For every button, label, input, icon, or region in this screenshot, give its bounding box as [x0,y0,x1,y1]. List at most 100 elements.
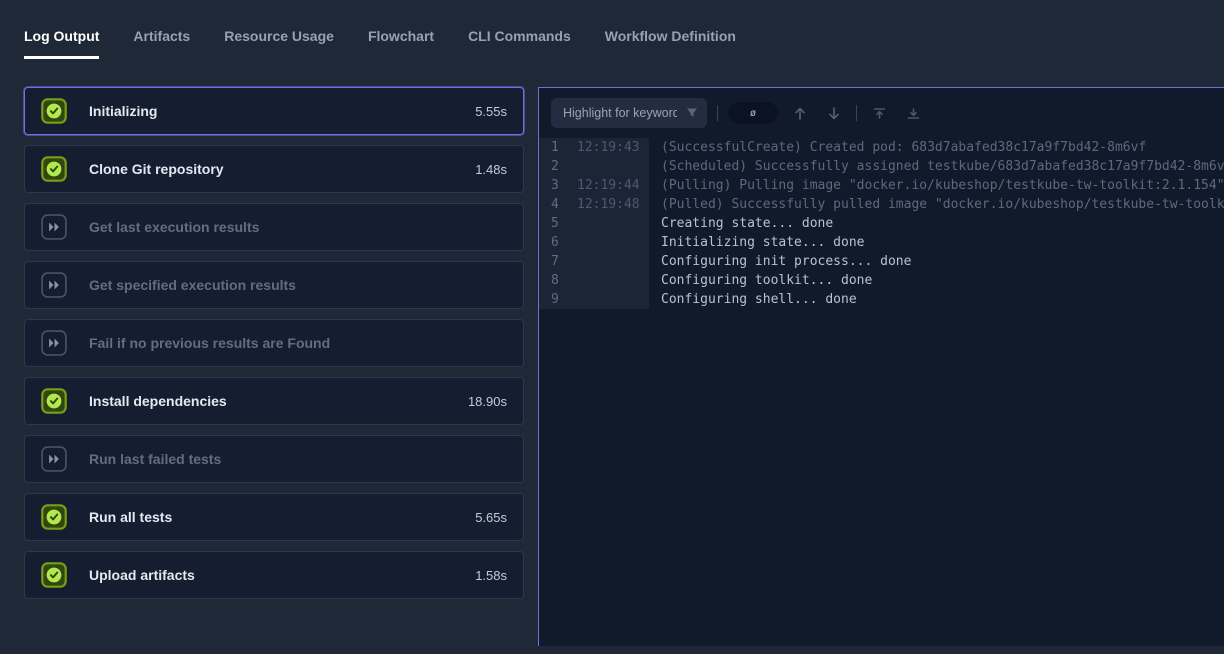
step-row[interactable]: Run last failed tests [24,435,524,483]
step-label: Clone Git repository [89,161,475,177]
check-icon [41,98,67,124]
line-number: 7 [539,252,567,271]
log-line: 5 Creating state... done [539,214,1224,233]
line-timestamp [567,252,649,271]
step-label: Get specified execution results [89,277,507,293]
previous-match-button[interactable] [788,101,812,125]
tab-label: Log Output [24,28,99,44]
highlight-keywords-input[interactable] [551,98,707,128]
step-row[interactable]: Run all tests 5.65s [24,493,524,541]
scroll-to-top-button[interactable] [867,101,891,125]
line-text: Configuring shell... done [649,290,1224,309]
log-output: 112:19:43 (SuccessfulCreate) Created pod… [539,136,1224,646]
skip-forward-icon [41,272,67,298]
step-duration: 1.58s [475,568,507,583]
log-gutter: 112:19:43 [539,138,649,157]
log-toolbar: ø [539,88,1224,136]
line-timestamp [567,233,649,252]
step-duration: 5.65s [475,510,507,525]
log-line: 2 (Scheduled) Successfully assigned test… [539,157,1224,176]
step-duration: 1.48s [475,162,507,177]
scroll-to-bottom-button[interactable] [901,101,925,125]
skip-forward-icon [41,446,67,472]
tab-log-output[interactable]: Log Output [24,28,99,59]
log-gutter: 9 [539,290,649,309]
step-label: Run all tests [89,509,475,525]
line-number: 8 [539,271,567,290]
step-label: Get last execution results [89,219,507,235]
match-count-badge: ø [728,102,778,124]
log-gutter: 412:19:48 [539,195,649,214]
tab-label: Artifacts [133,28,190,44]
check-icon [41,388,67,414]
toolbar-divider [856,105,857,121]
line-number: 9 [539,290,567,309]
line-number: 1 [539,138,567,157]
tab-flowchart[interactable]: Flowchart [368,28,434,59]
log-line: 6 Initializing state... done [539,233,1224,252]
toolbar-divider [717,105,718,121]
line-text: Configuring init process... done [649,252,1224,271]
tab-resource-usage[interactable]: Resource Usage [224,28,334,59]
tab-bar: Log Output Artifacts Resource Usage Flow… [0,0,1224,59]
tab-cli-commands[interactable]: CLI Commands [468,28,571,59]
log-gutter: 5 [539,214,649,233]
line-text: Configuring toolkit... done [649,271,1224,290]
log-gutter: 2 [539,157,649,176]
log-line: 112:19:43 (SuccessfulCreate) Created pod… [539,138,1224,157]
tab-label: Workflow Definition [605,28,736,44]
skip-forward-icon [41,214,67,240]
check-icon [41,156,67,182]
line-timestamp [567,157,649,176]
line-timestamp [567,290,649,309]
log-line: 9 Configuring shell... done [539,290,1224,309]
step-row[interactable]: Fail if no previous results are Found [24,319,524,367]
step-duration: 18.90s [468,394,507,409]
highlight-search [551,98,707,128]
line-number: 5 [539,214,567,233]
line-text: Creating state... done [649,214,1224,233]
line-timestamp: 12:19:44 [567,176,649,195]
step-row[interactable]: Clone Git repository 1.48s [24,145,524,193]
step-row[interactable]: Get last execution results [24,203,524,251]
step-label: Fail if no previous results are Found [89,335,507,351]
tab-label: CLI Commands [468,28,571,44]
step-list: Initializing 5.55s Clone Git repository … [24,87,524,646]
step-row[interactable]: Get specified execution results [24,261,524,309]
skip-forward-icon [41,330,67,356]
check-icon [41,504,67,530]
log-line: 8 Configuring toolkit... done [539,271,1224,290]
line-timestamp [567,214,649,233]
step-label: Upload artifacts [89,567,475,583]
tab-artifacts[interactable]: Artifacts [133,28,190,59]
content: Initializing 5.55s Clone Git repository … [0,87,1224,646]
log-line: 412:19:48 (Pulled) Successfully pulled i… [539,195,1224,214]
log-gutter: 7 [539,252,649,271]
log-gutter: 6 [539,233,649,252]
next-match-button[interactable] [822,101,846,125]
step-row[interactable]: Upload artifacts 1.58s [24,551,524,599]
line-timestamp: 12:19:43 [567,138,649,157]
funnel-icon [686,106,698,124]
step-label: Run last failed tests [89,451,507,467]
log-gutter: 8 [539,271,649,290]
log-line: 312:19:44 (Pulling) Pulling image "docke… [539,176,1224,195]
tab-workflow-definition[interactable]: Workflow Definition [605,28,736,59]
line-timestamp: 12:19:48 [567,195,649,214]
line-text: (Pulling) Pulling image "docker.io/kubes… [649,176,1224,195]
line-number: 4 [539,195,567,214]
line-text: (Pulled) Successfully pulled image "dock… [649,195,1224,214]
step-row[interactable]: Install dependencies 18.90s [24,377,524,425]
line-text: (Scheduled) Successfully assigned testku… [649,157,1224,176]
step-label: Initializing [89,103,475,119]
step-duration: 5.55s [475,104,507,119]
line-number: 3 [539,176,567,195]
log-line: 7 Configuring init process... done [539,252,1224,271]
log-gutter: 312:19:44 [539,176,649,195]
check-icon [41,562,67,588]
line-number: 2 [539,157,567,176]
line-text: Initializing state... done [649,233,1224,252]
log-panel: ø [538,87,1224,646]
step-label: Install dependencies [89,393,468,409]
step-row[interactable]: Initializing 5.55s [24,87,524,135]
